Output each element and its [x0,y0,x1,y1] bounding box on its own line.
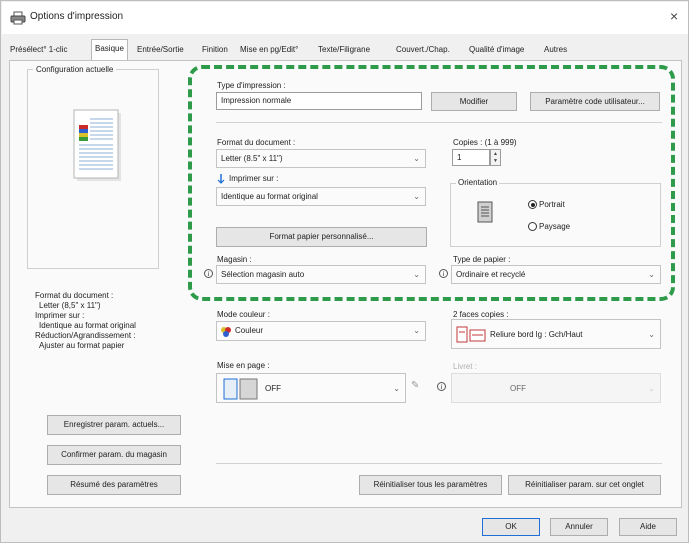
layout-select[interactable]: OFF ⌄ [216,373,406,403]
chevron-down-icon: ⌄ [393,384,400,393]
title-bar: Options d'impression × [2,2,688,34]
tab-image-quality[interactable]: Qualité d'image [466,41,527,61]
summary-line: Letter (8,5" x 11") [39,301,101,310]
summary-line: Identique au format original [39,321,136,330]
duplex-value: Reliure bord lg : Gch/Haut [490,330,583,339]
reset-tab-button[interactable]: Réinitialiser param. sur cet onglet [508,475,661,495]
window-title: Options d'impression [30,11,124,22]
duplex-select[interactable]: Reliure bord lg : Gch/Haut ⌄ [451,319,661,349]
booklet-select[interactable]: OFF ⌄ [451,373,661,403]
settings-summary: Format du document : Letter (8,5" x 11")… [27,291,177,371]
duplex-pages-icon [456,326,486,343]
chevron-down-icon: ⌄ [648,330,655,339]
confirm-tray-settings-button[interactable]: Confirmer param. du magasin [47,445,181,465]
close-icon[interactable]: × [670,8,678,24]
edit-pencil-icon[interactable]: ✎ [411,380,419,391]
document-preview [73,109,121,181]
duplex-label: 2 faces copies : [453,310,509,319]
help-button[interactable]: Aide [619,518,677,536]
tab-others[interactable]: Autres [541,41,570,61]
print-options-dialog: Options d'impression × Présélect° 1-clic… [0,0,689,543]
summary-line: Ajuster au format papier [39,341,125,350]
color-palette-icon [221,327,231,337]
booklet-value: OFF [510,384,526,393]
summary-line: Format du document : [35,291,114,300]
chevron-down-icon: ⌄ [413,326,420,335]
color-mode-value: Couleur [235,326,264,335]
layout-label: Mise en page : [217,361,270,370]
summary-line: Réduction/Agrandissement : [35,331,136,340]
ok-button[interactable]: OK [482,518,540,536]
page-layout-icon [223,378,258,400]
tab-cover-chapter[interactable]: Couvert./Chap. [393,41,453,61]
tab-bar: Présélect° 1-clic Basique Entrée/Sortie … [7,39,687,61]
tab-basic[interactable]: Basique [91,39,128,61]
save-current-settings-button[interactable]: Enregistrer param. actuels... [47,415,181,435]
info-icon[interactable]: i [437,382,446,391]
settings-summary-button[interactable]: Résumé des paramètres [47,475,181,495]
tab-finishing[interactable]: Finition [199,41,231,61]
printer-icon [10,11,26,25]
config-title: Configuration actuelle [33,65,117,74]
tab-layout-edit[interactable]: Mise en pg/Edit° [237,41,301,61]
tab-preselect[interactable]: Présélect° 1-clic [7,41,70,61]
layout-value: OFF [265,384,281,393]
reset-all-button[interactable]: Réinitialiser tous les paramètres [359,475,502,495]
booklet-label: Livret : [453,362,478,371]
summary-line: Imprimer sur : [35,311,85,320]
tab-text-watermark[interactable]: Texte/Filigrane [315,41,373,61]
cancel-button[interactable]: Annuler [550,518,608,536]
highlight-frame [188,65,675,301]
color-mode-select[interactable]: Couleur ⌄ [216,321,426,341]
chevron-down-icon: ⌄ [648,384,655,393]
divider [216,463,662,464]
color-mode-label: Mode couleur : [217,310,270,319]
tab-input-output[interactable]: Entrée/Sortie [134,41,187,61]
